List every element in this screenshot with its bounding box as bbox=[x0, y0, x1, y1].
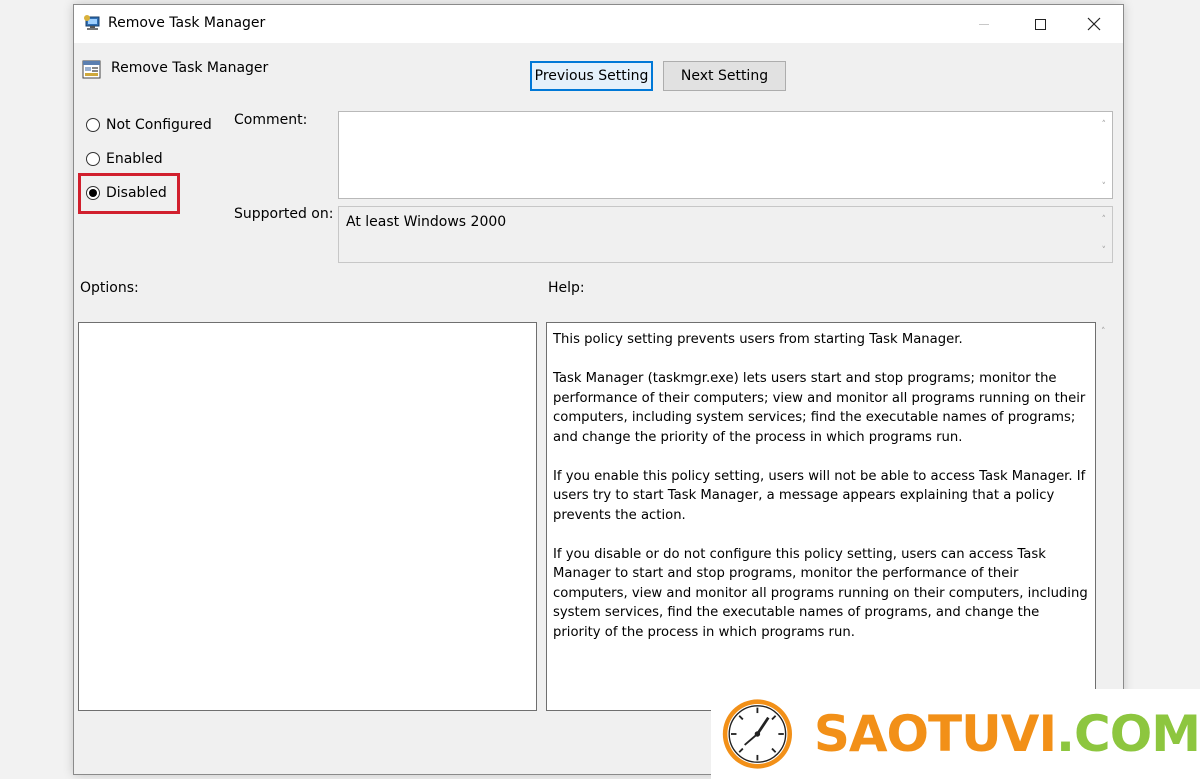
supported-on-field: At least Windows 2000 ˄ ˅ bbox=[338, 206, 1113, 263]
help-paragraph: This policy setting prevents users from … bbox=[553, 332, 963, 347]
radio-label-enabled: Enabled bbox=[106, 151, 163, 167]
next-setting-button[interactable]: Next Setting bbox=[663, 61, 786, 91]
radio-enabled[interactable]: Enabled bbox=[86, 151, 163, 167]
radio-label-not-configured: Not Configured bbox=[106, 117, 212, 133]
minimize-button[interactable] bbox=[961, 5, 1007, 43]
watermark-logo: SAOTUVI.COM bbox=[711, 689, 1200, 779]
policy-app-icon bbox=[84, 15, 100, 30]
close-icon bbox=[1087, 17, 1101, 31]
scroll-down-icon[interactable]: ˅ bbox=[1102, 246, 1107, 256]
title-bar[interactable]: Remove Task Manager bbox=[74, 5, 1123, 43]
maximize-button[interactable] bbox=[1017, 5, 1063, 43]
clock-icon bbox=[722, 699, 793, 769]
radio-button-empty[interactable] bbox=[86, 118, 100, 132]
maximize-icon bbox=[1034, 18, 1046, 30]
setting-name: Remove Task Manager bbox=[111, 60, 269, 76]
watermark-text-part2: .COM bbox=[1056, 705, 1200, 763]
scroll-down-icon[interactable]: ˅ bbox=[1102, 182, 1107, 192]
help-pane[interactable]: This policy setting prevents users from … bbox=[546, 322, 1096, 711]
window-title: Remove Task Manager bbox=[108, 15, 266, 31]
radio-button-empty[interactable] bbox=[86, 152, 100, 166]
policy-setting-icon bbox=[82, 60, 101, 79]
help-paragraph: Task Manager (taskmgr.exe) lets users st… bbox=[553, 371, 1086, 445]
supported-on-value: At least Windows 2000 bbox=[346, 214, 507, 230]
options-pane bbox=[78, 322, 537, 711]
radio-not-configured[interactable]: Not Configured bbox=[86, 117, 212, 133]
help-label: Help: bbox=[548, 280, 585, 296]
minimize-icon bbox=[979, 23, 989, 25]
help-paragraph: If you enable this policy setting, users… bbox=[553, 468, 1086, 523]
help-scroll-up-icon[interactable]: ˄ bbox=[1101, 327, 1106, 337]
watermark-text: SAOTUVI.COM bbox=[814, 705, 1200, 763]
scroll-up-icon[interactable]: ˄ bbox=[1102, 120, 1107, 130]
comment-label: Comment: bbox=[234, 112, 308, 128]
comment-textarea[interactable]: ˄ ˅ bbox=[338, 111, 1113, 199]
disabled-highlight-box bbox=[78, 173, 180, 214]
close-button[interactable] bbox=[1071, 5, 1117, 43]
previous-setting-button[interactable]: Previous Setting bbox=[530, 61, 653, 91]
supported-on-label: Supported on: bbox=[234, 206, 334, 222]
options-label: Options: bbox=[80, 280, 139, 296]
policy-editor-window: Remove Task Manager Remove Task Manager … bbox=[73, 4, 1124, 775]
watermark-text-part1: SAOTUVI bbox=[813, 705, 1057, 763]
help-paragraph: If you disable or do not configure this … bbox=[553, 546, 1088, 640]
scroll-up-icon[interactable]: ˄ bbox=[1102, 215, 1107, 225]
